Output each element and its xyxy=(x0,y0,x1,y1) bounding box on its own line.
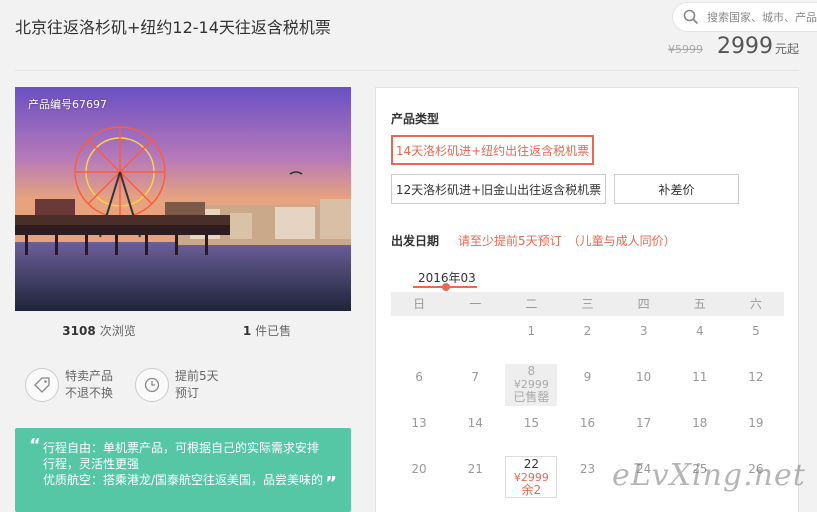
option-12-day[interactable]: 12天洛杉矶进+旧金山出往返含税机票 xyxy=(391,174,606,204)
calendar-day: 6 xyxy=(415,370,423,384)
calendar-day: 2 xyxy=(583,324,592,338)
calendar-week: 13 14 15 16 17 18 19 xyxy=(391,408,784,454)
current-price: 2999 xyxy=(716,34,773,59)
promo-line: 行程，灵活性更强 xyxy=(43,457,140,471)
calendar-day: 12 xyxy=(748,370,764,384)
search-icon[interactable] xyxy=(683,9,699,25)
weekday: 四 xyxy=(637,297,650,311)
weekday: 一 xyxy=(469,297,482,311)
calendar-day: 7 xyxy=(471,370,480,384)
feature-line2: 不退不换 xyxy=(65,386,114,400)
header-divider xyxy=(15,70,799,71)
calendar-day xyxy=(391,316,447,362)
sold-label: 件已售 xyxy=(255,324,292,338)
calendar-day-soldout: 8 ¥2999 已售罄 xyxy=(503,362,559,408)
price-suffix: 元起 xyxy=(774,42,799,56)
feature-line1: 特卖产品 xyxy=(65,369,114,383)
weekday: 日 xyxy=(413,297,426,311)
day-number: 22 xyxy=(523,457,539,471)
quote-close-icon: ” xyxy=(325,473,337,494)
day-number: 8 xyxy=(527,364,536,378)
calendar-day xyxy=(447,316,503,362)
sold-stat: 1 件已售 xyxy=(183,322,351,339)
product-photo: 产品编号67697 xyxy=(15,87,351,311)
calendar-day: 10 xyxy=(635,370,652,384)
original-price: ¥5999 xyxy=(667,43,703,56)
day-status: 余2 xyxy=(521,483,542,497)
weekday: 六 xyxy=(749,297,762,311)
sold-count: 1 xyxy=(242,324,252,338)
weekday-header: 日 一 二 三 四 五 六 xyxy=(391,292,784,316)
product-number: 产品编号67697 xyxy=(28,98,107,111)
feature-advance-booking: 提前5天 预订 xyxy=(135,368,245,402)
day-status: 已售罄 xyxy=(513,390,550,404)
search-input[interactable] xyxy=(707,10,817,24)
calendar-day: 5 xyxy=(752,324,760,338)
weekday: 五 xyxy=(693,297,706,311)
departure-date-label: 出发日期 xyxy=(391,234,440,248)
month-indicator-dot xyxy=(442,283,450,291)
promo-line: 优质航空：搭乘港龙/国泰航空往返美国，品尝美味的 xyxy=(43,473,324,487)
calendar-day: 3 xyxy=(639,324,648,338)
watermark: eLvXing.net xyxy=(612,458,806,493)
calendar-day: 4 xyxy=(695,324,704,338)
views-count: 3108 xyxy=(62,324,96,338)
calendar-week: 6 7 8 ¥2999 已售罄 9 10 11 12 xyxy=(391,362,784,408)
feature-special-sale: 特卖产品 不退不换 xyxy=(25,368,135,402)
page-title: 北京往返洛杉矶+纽约12-14天往返含税机票 xyxy=(15,18,331,37)
weekday: 三 xyxy=(581,297,594,311)
feature-list: 特卖产品 不退不换 提前5天 预订 xyxy=(25,368,245,402)
promo-box: “ 行程自由：单机票产品，可根据自己的实际需求安排 行程，灵活性更强 优质航空：… xyxy=(15,428,351,512)
product-type-label: 产品类型 xyxy=(391,112,440,126)
calendar-day: 15 xyxy=(523,416,539,430)
calendar-day: 16 xyxy=(579,416,596,430)
promo-line: 行程自由：单机票产品，可根据自己的实际需求安排 xyxy=(43,441,320,455)
calendar-day: 20 xyxy=(411,462,427,476)
calendar-day: 13 xyxy=(411,416,427,430)
available-cell[interactable]: 22 ¥2999 余2 xyxy=(505,456,558,498)
calendar-day: 19 xyxy=(748,416,764,430)
booking-panel: 产品类型 14天洛杉矶进+纽约出往返含税机票 12天洛杉矶进+旧金山出往返含税机… xyxy=(375,87,799,512)
calendar-day: 14 xyxy=(467,416,483,430)
calendar-day: 17 xyxy=(635,416,652,430)
calendar-day: 18 xyxy=(692,416,708,430)
option-14-day[interactable]: 14天洛杉矶进+纽约出往返含税机票 xyxy=(391,135,594,165)
feature-line1: 提前5天 xyxy=(175,369,219,383)
calendar-day: 21 xyxy=(467,462,483,476)
booking-note: 请至少提前5天预订 （儿童与成人同价） xyxy=(458,234,676,248)
tag-icon xyxy=(25,368,59,402)
calendar-day: 23 xyxy=(579,462,596,476)
calendar-day: 11 xyxy=(692,370,708,384)
search-box[interactable] xyxy=(672,2,817,32)
views-stat: 3108 次浏览 xyxy=(15,322,183,339)
option-price-difference[interactable]: 补差价 xyxy=(614,174,739,204)
weekday: 二 xyxy=(525,297,538,311)
calendar-day: 9 xyxy=(583,370,592,384)
calendar-day-available[interactable]: 22 ¥2999 余2 xyxy=(503,454,559,500)
feature-line2: 预订 xyxy=(175,386,200,400)
soldout-cell: 8 ¥2999 已售罄 xyxy=(505,364,558,406)
quote-open-icon: “ xyxy=(29,435,41,456)
calendar-week: 1 2 3 4 5 xyxy=(391,316,784,362)
calendar-day: 1 xyxy=(527,324,536,338)
views-label: 次浏览 xyxy=(99,324,136,338)
product-stats: 3108 次浏览 1 件已售 xyxy=(15,322,351,339)
price-block: ¥5999 2999 元起 xyxy=(668,34,799,59)
clock-icon xyxy=(135,368,169,402)
